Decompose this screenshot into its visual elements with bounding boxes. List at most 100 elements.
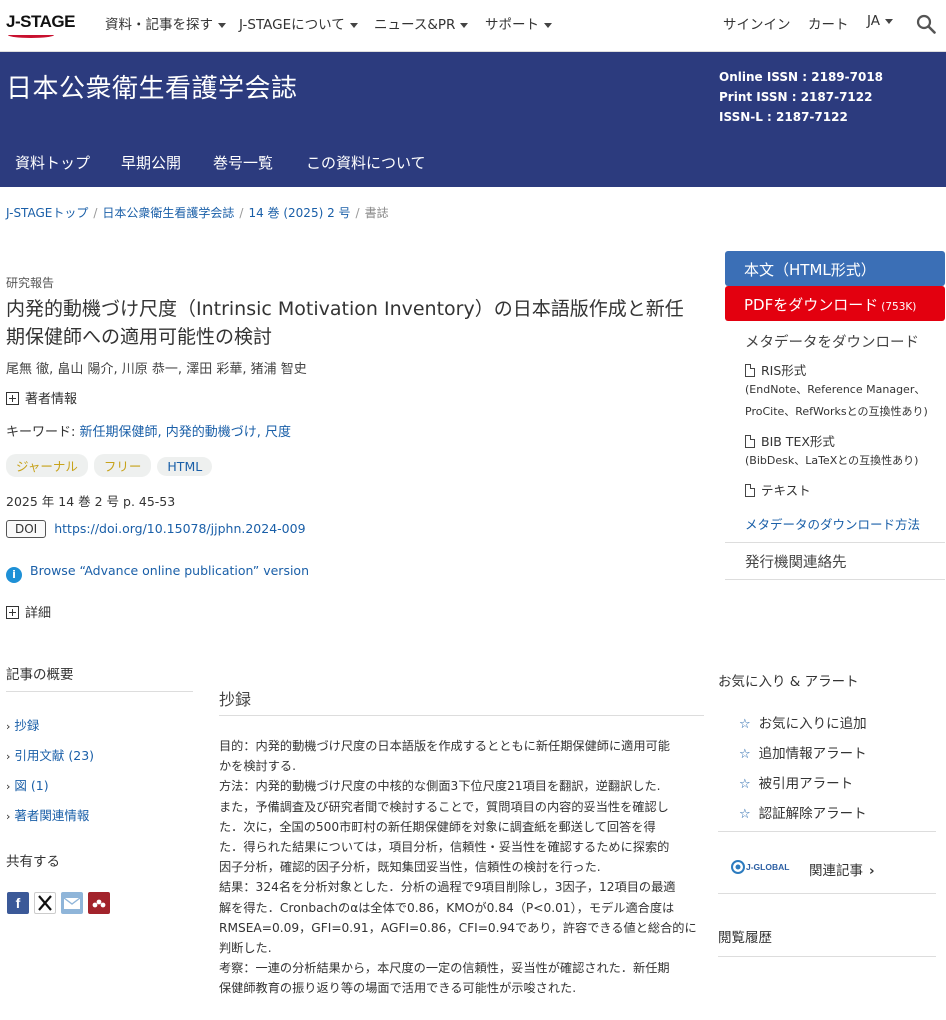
chevron-down-icon: [460, 22, 469, 28]
article-outline-heading: 記事の概要: [6, 667, 74, 683]
browsing-history-heading: 閲覧履歴: [718, 930, 772, 946]
document-icon: [745, 484, 755, 497]
top-navbar: J-STAGE 資料・記事を探す J-STAGEについて ニュース&PR サポー…: [0, 0, 946, 52]
star-icon: ☆: [739, 717, 751, 732]
update-alert-link[interactable]: ☆ 追加情報アラート: [739, 742, 867, 762]
chevron-down-icon: [544, 22, 552, 28]
issn-l: ISSN-L : 2187-7122: [719, 110, 848, 124]
metadata-howto-link[interactable]: メタデータのダウンロード方法: [745, 514, 920, 533]
tab-advance-publication[interactable]: 早期公開: [121, 152, 181, 173]
star-icon: ☆: [739, 807, 751, 822]
tab-issue-list[interactable]: 巻号一覧: [213, 152, 273, 173]
ris-note-1: (EndNote、Reference Manager、: [745, 383, 926, 396]
pdf-size: (753K): [881, 301, 917, 313]
tag-html: HTML: [157, 457, 213, 476]
chevron-right-icon: ›: [869, 863, 875, 879]
nav-about[interactable]: J-STAGEについて: [239, 13, 358, 33]
text-download-link[interactable]: テキスト: [745, 480, 811, 499]
chevron-right-icon: ›: [6, 720, 11, 733]
author-info-toggle[interactable]: 著者情報: [6, 388, 706, 407]
email-icon[interactable]: [61, 892, 83, 914]
journal-banner: 日本公衆衛生看護学会誌 Online ISSN : 2189-7018 Prin…: [0, 52, 946, 187]
article-authors: 尾無 徹, 畠山 陽介, 川原 恭一, 澤田 彩華, 猪浦 智史: [6, 362, 307, 377]
bibtex-download-link[interactable]: BIB TEX形式: [745, 431, 835, 450]
ris-note-2: ProCite、RefWorksとの互換性あり): [745, 405, 928, 418]
chevron-right-icon: ›: [6, 810, 11, 823]
abstract-line: 判断した.: [219, 941, 272, 956]
doi-link[interactable]: https://doi.org/10.15078/jjphn.2024-009: [54, 521, 305, 536]
abstract-line: かを検討する.: [219, 759, 296, 774]
article-title: 内発的動機づけ尺度（Intrinsic Motivation Inventory…: [6, 298, 684, 348]
info-icon: i: [6, 567, 22, 583]
language-selector[interactable]: JA: [867, 13, 893, 29]
outline-link-abstract[interactable]: › 抄録: [6, 715, 39, 734]
abstract-line: た．得られた結果については，項目分析，信頼性・妥当性を確認するために探索的: [219, 840, 670, 855]
mendeley-icon[interactable]: [88, 892, 110, 914]
chevron-down-icon: [884, 18, 893, 24]
search-icon[interactable]: [916, 14, 936, 34]
logo-text: J-STAGE: [6, 12, 75, 31]
doi-badge: DOI: [6, 520, 47, 538]
outline-link-figures[interactable]: › 図 (1): [6, 775, 49, 794]
issn-print: Print ISSN : 2187-7122: [719, 90, 873, 104]
divider: [718, 893, 936, 894]
nav-support[interactable]: サポート: [485, 13, 552, 33]
divider: [6, 691, 193, 692]
document-icon: [745, 364, 755, 377]
retraction-alert-link[interactable]: ☆ 認証解除アラート: [739, 802, 867, 822]
breadcrumb-jstage-top[interactable]: J-STAGEトップ: [6, 206, 88, 220]
nav-news[interactable]: ニュース&PR: [374, 13, 469, 33]
favorites-alerts-heading: お気に入り & アラート: [718, 674, 859, 690]
x-twitter-icon[interactable]: [34, 892, 56, 914]
publisher-contact-link[interactable]: 発行機関連絡先: [745, 551, 847, 572]
abstract-line: 考察：一連の分析結果から，本尺度の一定の信頼性，妥当性が確認された．新任期: [219, 961, 670, 976]
keywords-links[interactable]: 新任期保健師, 内発的動機づけ, 尺度: [80, 425, 292, 440]
add-favorite-link[interactable]: ☆ お気に入りに追加: [739, 712, 867, 732]
abstract-line: た．次に，全国の500市町村の新任期保健師を対象に調査紙を郵送して回答を得: [219, 819, 656, 834]
logo-swoosh: [8, 32, 54, 38]
svg-text:J-GLOBAL: J-GLOBAL: [746, 862, 789, 872]
chevron-right-icon: ›: [6, 780, 11, 793]
abstract-body: 目的：内発的動機づけ尺度の日本語版を作成するとともに新任期保健師に適用可能 かを…: [219, 736, 704, 999]
breadcrumb: J-STAGEトップ / 日本公衆衛生看護学会誌/14 巻 (2025) 2 号 / 書…: [6, 206, 389, 220]
share-heading: 共有する: [6, 854, 60, 870]
pdf-download-button[interactable]: PDFをダウンロード (753K): [725, 286, 945, 321]
divider: [219, 715, 704, 716]
related-articles-link[interactable]: 関連記事 ›: [809, 859, 875, 879]
doi-row: DOI https://doi.org/10.15078/jjphn.2024-0…: [6, 520, 706, 538]
aop-row: i Browse “Advance online publication” ver…: [6, 563, 706, 583]
abstract-line: 結果：324名を分析対象とした．分析の過程で9項目削除し，3因子，12項目の最適: [219, 880, 676, 895]
plus-icon: [6, 392, 19, 405]
html-fulltext-button[interactable]: 本文（HTML形式）: [725, 251, 945, 286]
divider: [718, 831, 936, 832]
tab-journal-top[interactable]: 資料トップ: [15, 152, 90, 173]
citation-alert-link[interactable]: ☆ 被引用アラート: [739, 772, 853, 792]
keywords-label: キーワード:: [6, 425, 76, 440]
outline-link-references[interactable]: › 引用文献 (23): [6, 745, 94, 764]
journal-title[interactable]: 日本公衆衛生看護学会誌: [6, 68, 298, 105]
jglobal-logo[interactable]: J-GLOBAL: [730, 856, 794, 878]
facebook-icon[interactable]: f: [7, 892, 29, 914]
breadcrumb-journal[interactable]: 日本公衆衛生看護学会誌: [102, 206, 234, 220]
tag-free: フリー: [93, 454, 152, 477]
divider: [725, 542, 945, 543]
tab-about-journal[interactable]: この資料について: [306, 152, 426, 173]
abstract-line: また，予備調査及び研究者間で検討することで，質問項目の内容的妥当性を確認し: [219, 799, 669, 814]
jstage-logo[interactable]: J-STAGE: [6, 10, 78, 40]
abstract-line: 解を得た．Cronbachのαは全体で0.86，KMOが0.84（P<0.01）…: [219, 900, 675, 915]
details-toggle[interactable]: 詳細: [6, 602, 706, 621]
ris-download-link[interactable]: RIS形式: [745, 360, 806, 379]
signin-link[interactable]: サインイン: [723, 13, 791, 33]
chevron-down-icon: [349, 22, 358, 28]
issn-online: Online ISSN : 2189-7018: [719, 70, 884, 84]
volume-info: 2025 年 14 巻 2 号 p. 45-53: [6, 494, 176, 509]
document-icon: [745, 435, 755, 448]
breadcrumb-issue[interactable]: 14 巻 (2025) 2 号: [248, 206, 350, 220]
aop-link[interactable]: Browse “Advance online publication” vers…: [30, 563, 309, 578]
abstract-line: 因子分析，確認的因子分析，既知集団妥当性，信頼性の検討を行った.: [219, 860, 601, 875]
divider: [725, 579, 945, 580]
outline-link-author-info[interactable]: › 著者関連情報: [6, 805, 89, 824]
cart-link[interactable]: カート: [808, 13, 849, 33]
nav-search-articles[interactable]: 資料・記事を探す: [105, 13, 226, 33]
breadcrumb-current: 書誌: [364, 206, 389, 220]
